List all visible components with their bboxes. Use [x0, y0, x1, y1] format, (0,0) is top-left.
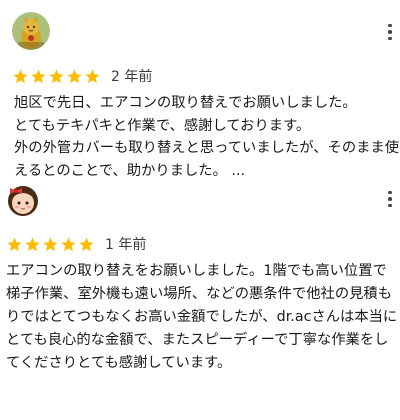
star-icon [67, 68, 82, 83]
cartoon-girl-avatar[interactable] [4, 180, 42, 218]
review-text: エアコンの取り替えをお願いしました。1階でも高い位置で梯子作業、室外機も遠い場所… [6, 263, 398, 371]
star-rating [12, 68, 101, 85]
star-icon [43, 236, 58, 251]
star-icon [79, 236, 94, 251]
star-icon [25, 236, 40, 251]
rating-row: 1 年前 [6, 234, 146, 254]
golden-cat-figurine-avatar[interactable] [12, 12, 50, 50]
more-options-button[interactable] [382, 186, 398, 212]
star-icon [13, 68, 28, 83]
star-rating [6, 236, 95, 253]
review-date: 2 年前 [111, 69, 153, 85]
star-icon [7, 236, 22, 251]
more-vert-icon-dot [388, 203, 392, 208]
more-options-button[interactable] [382, 19, 398, 45]
rating-row: 2 年前 [12, 66, 152, 86]
more-vert-icon-dot [388, 30, 392, 34]
star-icon [49, 68, 64, 83]
star-icon [61, 236, 76, 251]
more-vert-icon [388, 190, 392, 195]
review-text[interactable]: 旭区で先日、エアコンの取り替えでお願いしました。 とてもテキパキと作業で、感謝し… [14, 92, 400, 182]
review-date: 1 年前 [105, 237, 147, 253]
more-vert-icon-dot [388, 197, 392, 201]
star-icon [85, 68, 100, 83]
more-vert-icon-dot [388, 36, 392, 41]
star-icon [31, 68, 46, 83]
more-vert-icon [388, 23, 392, 28]
